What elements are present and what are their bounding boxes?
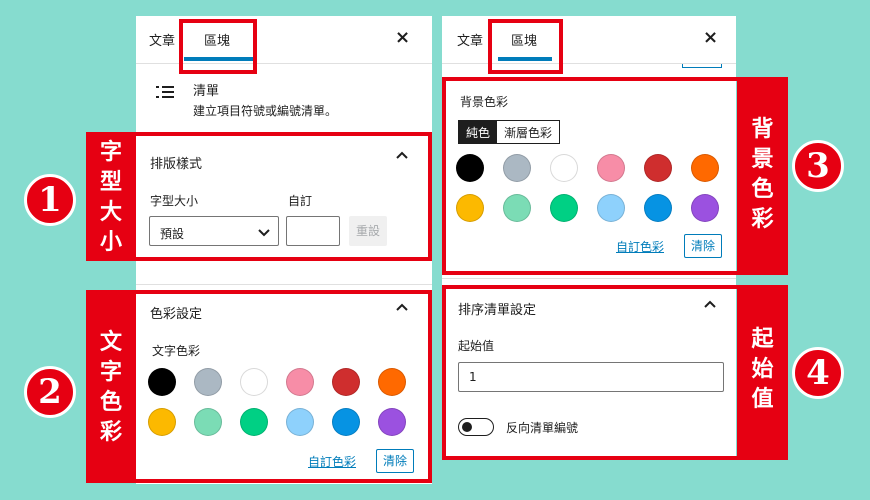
block-title: 清單	[193, 84, 220, 99]
annotation-label-3: 背景色彩	[737, 81, 788, 272]
annotation-label-1: 字型大小	[86, 136, 136, 258]
partial-button-edge	[682, 64, 722, 68]
annotation-label-4: 起始值	[737, 289, 788, 457]
highlight-tab-right	[488, 19, 563, 74]
annotation-label-2: 文字色彩	[86, 294, 136, 480]
close-icon[interactable]: ×	[395, 27, 410, 48]
block-description: 建立項目符號或編號清單。	[193, 104, 338, 118]
tab-post[interactable]: 文章	[457, 30, 483, 49]
highlight-text-color	[86, 290, 432, 483]
highlight-typography	[86, 132, 432, 261]
tab-post[interactable]: 文章	[149, 30, 175, 49]
highlight-tab-left	[179, 19, 257, 74]
divider	[136, 284, 432, 285]
annotation-number-3: 3	[792, 140, 844, 192]
close-icon[interactable]: ×	[703, 27, 718, 48]
annotation-number-2: 2	[24, 366, 76, 418]
annotation-number-1: 1	[24, 174, 76, 226]
annotation-number-4: 4	[792, 347, 844, 399]
right-tabs: 文章 區塊 ×	[442, 16, 736, 64]
divider	[442, 278, 736, 279]
list-icon	[156, 84, 174, 98]
